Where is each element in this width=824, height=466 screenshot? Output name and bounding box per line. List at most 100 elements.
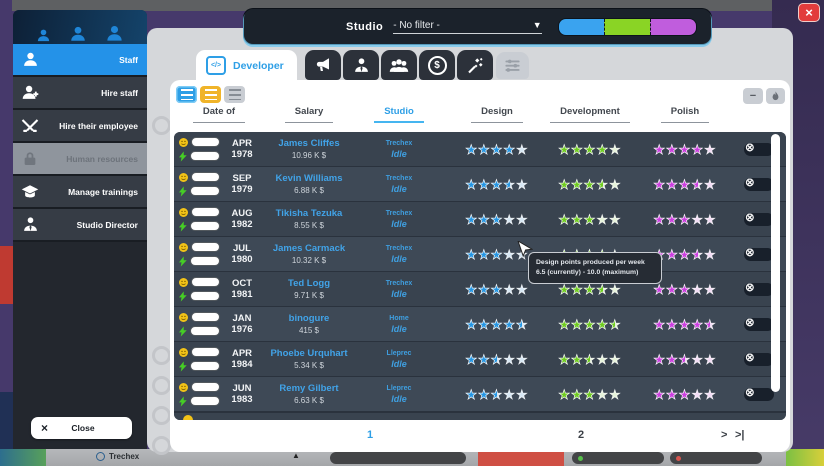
column-header-design[interactable]: Design <box>471 106 523 123</box>
page-button-2[interactable]: 2 <box>578 429 584 441</box>
decorative-ring <box>152 376 171 395</box>
studio-name: Trechex <box>386 280 412 287</box>
hire-month: JAN <box>232 313 251 324</box>
employee-toggle[interactable]: ⊗ <box>744 353 774 366</box>
sidebar-item-label: Human resources <box>47 154 147 164</box>
employee-name[interactable]: James Carmack <box>273 243 345 254</box>
mood-bar <box>191 277 220 287</box>
column-header-salary[interactable]: Salary <box>285 106 334 123</box>
last-page-icon[interactable]: >| <box>735 429 745 441</box>
column-header-studio[interactable]: Studio <box>374 106 424 123</box>
mouse-cursor <box>517 241 533 259</box>
energy-bar <box>190 291 220 301</box>
table-row[interactable]: JUN 1983 Remy Gilbert 6.63 K $ Lleprec I… <box>174 377 786 412</box>
tab-team[interactable] <box>381 50 417 80</box>
hire-date: AUG 1982 <box>220 208 264 231</box>
hire-year: 1979 <box>231 184 252 195</box>
employee-name[interactable]: Phoebe Urquhart <box>270 348 347 359</box>
sidebar-item-label: Studio Director <box>47 220 147 230</box>
design-rating: ★★★★★★★★★★ <box>465 388 528 401</box>
taskbar-pill <box>330 452 466 464</box>
person-tie-icon <box>13 216 47 233</box>
employee-cell: Tikisha Tezuka 8.55 K $ <box>264 208 354 230</box>
sidebar-item-studio-director[interactable]: Studio Director <box>13 209 147 242</box>
table-row[interactable]: SEP 1979 Kevin Williams 6.88 K $ Trechex… <box>174 167 786 202</box>
energy-bolt-icon <box>179 186 187 197</box>
tab-developer[interactable]: </> Developer <box>196 50 297 81</box>
sidebar-item-staff[interactable]: Staff <box>13 44 147 77</box>
tab-marketing[interactable] <box>305 50 341 80</box>
mood-bar <box>191 382 220 392</box>
employee-name[interactable]: Kevin Williams <box>276 173 343 184</box>
column-header-date[interactable]: Date of <box>193 106 245 123</box>
sidebar-item-hire-their-employee[interactable]: Hire their employee <box>13 110 147 143</box>
studio-cell: Trechex Idle <box>354 140 444 159</box>
next-page-icon[interactable]: > <box>721 429 727 441</box>
polish-rating: ★★★★★★★★★★ <box>653 283 716 296</box>
employee-name[interactable]: Tikisha Tezuka <box>276 208 343 219</box>
hire-year: 1982 <box>231 219 252 230</box>
mood-smiley-icon <box>179 382 188 393</box>
mood-smiley-icon <box>179 172 188 183</box>
employee-name[interactable]: James Cliffes <box>278 138 339 149</box>
employee-toggle[interactable]: ⊗ <box>744 213 774 226</box>
lock-icon <box>13 151 47 167</box>
close-button[interactable]: × Close <box>31 417 132 439</box>
employee-toggle[interactable]: ⊗ <box>744 388 774 401</box>
tooltip-line-2: 6.5 (currently) - 10.0 (maximum) <box>536 268 654 278</box>
view-toggle-detailed[interactable] <box>176 86 197 103</box>
table-row[interactable]: JAN 1976 binogure 415 $ Home Idle ★★★★★★… <box>174 307 786 342</box>
employee-toggle[interactable]: ⊗ <box>744 143 774 156</box>
megaphone-icon <box>314 56 332 74</box>
table-scrollbar[interactable] <box>771 134 780 392</box>
skill-distribution-bar <box>558 18 697 36</box>
employee-toggle[interactable]: ⊗ <box>744 178 774 191</box>
employee-name[interactable]: Ted Logg <box>288 278 330 289</box>
circled-x-icon: ⊗ <box>745 248 755 260</box>
person-icon <box>36 28 51 43</box>
employee-toggle[interactable]: ⊗ <box>744 248 774 261</box>
decorative-ring <box>152 436 171 455</box>
tab-finance[interactable]: $ <box>419 50 455 80</box>
mood-smiley-icon <box>179 242 188 253</box>
view-toggle-rows[interactable] <box>200 86 221 103</box>
table-row[interactable]: JUL 1980 James Carmack 10.32 K $ Trechex… <box>174 237 786 272</box>
column-header-development[interactable]: Development <box>550 106 630 123</box>
flame-button[interactable] <box>766 88 785 104</box>
circled-x-icon: ⊗ <box>745 213 755 225</box>
sidebar-item-label: Hire their employee <box>47 121 147 131</box>
code-icon: </> <box>206 56 226 75</box>
circled-x-icon: ⊗ <box>745 178 755 190</box>
hire-year: 1983 <box>231 394 252 405</box>
tab-settings-disabled <box>496 52 529 79</box>
window-close-button[interactable]: × <box>798 3 820 22</box>
employee-meters <box>174 242 220 267</box>
studio-filter-dropdown[interactable]: - No filter - ▼ <box>393 20 541 34</box>
employee-toggle[interactable]: ⊗ <box>744 283 774 296</box>
partial-next-row <box>174 412 786 420</box>
polish-rating: ★★★★★★★★★★ <box>653 388 716 401</box>
employee-name[interactable]: Remy Gilbert <box>279 383 338 394</box>
collapse-button[interactable]: − <box>743 88 763 104</box>
polish-rating: ★★★★★★★★★★ <box>653 143 716 156</box>
dollar-coin-icon: $ <box>428 56 447 75</box>
page-button-1[interactable]: 1 <box>367 429 373 441</box>
flame-icon <box>772 90 779 102</box>
hire-date: JUN 1983 <box>220 383 264 406</box>
employee-name[interactable]: binogure <box>289 313 330 324</box>
tab-person-suit[interactable] <box>343 50 379 80</box>
column-header-polish[interactable]: Polish <box>661 106 710 123</box>
energy-bolt-icon <box>179 396 187 407</box>
table-row[interactable]: AUG 1982 Tikisha Tezuka 8.55 K $ Trechex… <box>174 202 786 237</box>
table-row[interactable]: APR 1984 Phoebe Urquhart 5.34 K $ Llepre… <box>174 342 786 377</box>
view-toggle-compact[interactable] <box>224 86 245 103</box>
sidebar-item-hire-staff[interactable]: Hire staff <box>13 77 147 110</box>
mood-bar <box>191 207 220 217</box>
tab-cleaning[interactable] <box>457 50 493 80</box>
sidebar-item-manage-trainings[interactable]: Manage trainings <box>13 176 147 209</box>
employee-toggle[interactable]: ⊗ <box>744 318 774 331</box>
table-row[interactable]: OCT 1981 Ted Logg 9.71 K $ Trechex Idle … <box>174 272 786 307</box>
employee-cell: James Cliffes 10.96 K $ <box>264 138 354 160</box>
hire-month: JUN <box>232 383 251 394</box>
table-row[interactable]: APR 1978 James Cliffes 10.96 K $ Trechex… <box>174 132 786 167</box>
